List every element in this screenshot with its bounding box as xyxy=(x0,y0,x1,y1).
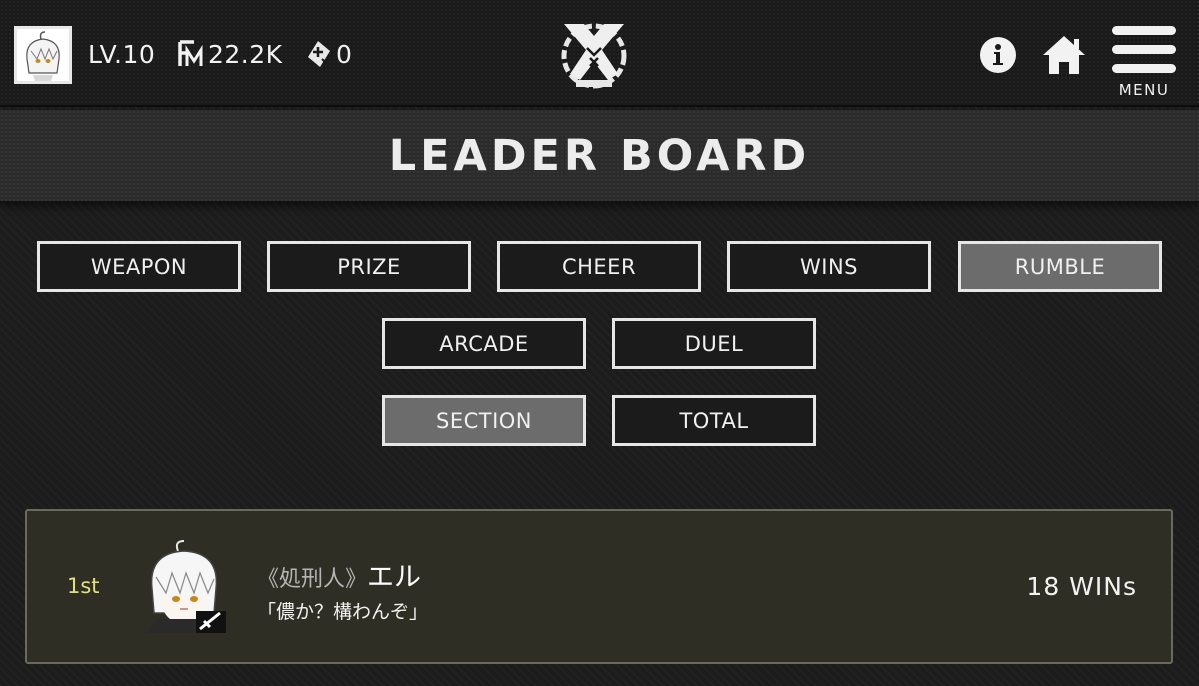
rank-label: 1st xyxy=(67,574,100,598)
filter-total-button[interactable]: TOTAL xyxy=(612,395,816,446)
character-portrait-icon xyxy=(146,540,226,633)
character-portrait-icon xyxy=(17,29,69,81)
crossed-swords-logo-icon xyxy=(561,23,627,89)
menu-button[interactable]: MENU xyxy=(1111,24,1177,102)
page-title-band: LEADER BOARD xyxy=(0,110,1199,203)
gem-count: 0 xyxy=(336,39,353,69)
info-button[interactable] xyxy=(979,36,1017,74)
menu-bar-icon xyxy=(1112,26,1176,35)
info-icon xyxy=(980,37,1016,73)
score-value: 18 WINs xyxy=(1026,572,1137,601)
filter-prize-button[interactable]: PRIZE xyxy=(267,241,471,292)
fm-amount: 22.2K xyxy=(208,39,283,69)
player-title: 《処刑人》 xyxy=(257,567,368,592)
player-quote: 「儂か？構わんぞ」 xyxy=(257,601,429,623)
player-name: 《処刑人》エル xyxy=(257,555,421,594)
home-button[interactable] xyxy=(1041,34,1087,76)
filter-rumble-button[interactable]: RUMBLE xyxy=(958,241,1162,292)
leaderboard-entry[interactable]: 1st 《処刑人》エル 「儂か？構わんぞ」 18 WINs xyxy=(25,509,1173,664)
gem-currency: 0 xyxy=(304,36,352,72)
gem-ticket-icon xyxy=(308,41,330,67)
player-level: LV.10 xyxy=(88,36,155,72)
top-bar: LV.10 22.2K 0 MENU xyxy=(0,0,1199,107)
player-avatar[interactable] xyxy=(14,26,72,84)
filter-duel-button[interactable]: DUEL xyxy=(612,318,816,369)
filter-section-button[interactable]: SECTION xyxy=(382,395,586,446)
filter-weapon-button[interactable]: WEAPON xyxy=(37,241,241,292)
filter-wins-button[interactable]: WINS xyxy=(727,241,931,292)
fm-currency: 22.2K xyxy=(178,36,283,72)
player-name-text: エル xyxy=(367,562,422,593)
home-icon xyxy=(1043,36,1085,74)
filter-cheer-button[interactable]: CHEER xyxy=(497,241,701,292)
page-title: LEADER BOARD xyxy=(388,130,811,181)
fm-currency-icon xyxy=(178,40,203,66)
filter-arcade-button[interactable]: ARCADE xyxy=(382,318,586,369)
menu-bar-icon xyxy=(1112,64,1176,73)
menu-bar-icon xyxy=(1112,45,1176,54)
level-text: LV.10 xyxy=(88,39,156,69)
menu-label: MENU xyxy=(1118,81,1170,99)
